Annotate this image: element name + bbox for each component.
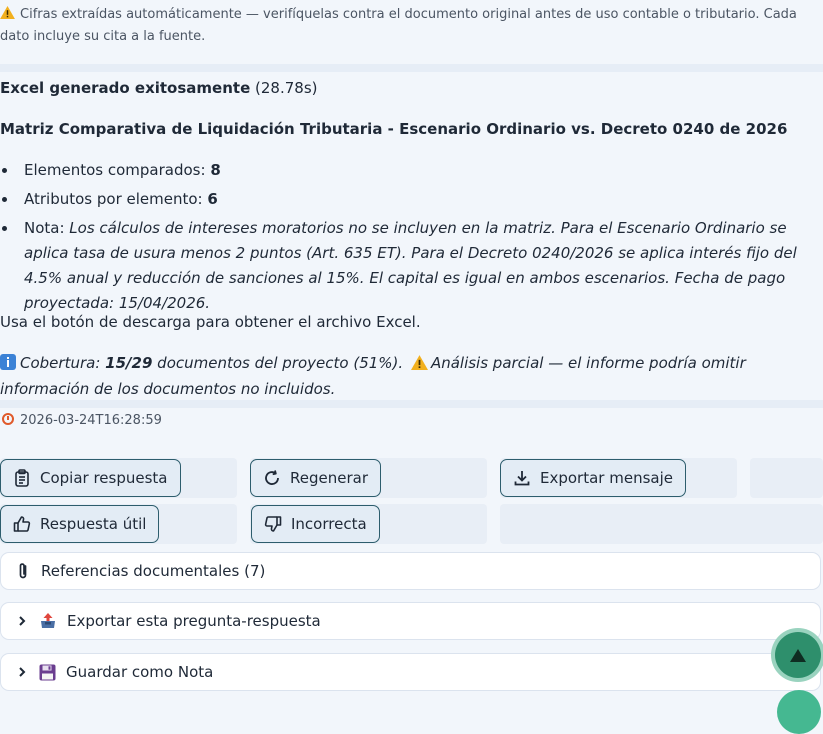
scroll-to-top-button[interactable] [775,632,821,678]
thumbs-down-icon [264,516,282,532]
list-item: Elementos comparados: 8 [0,158,823,183]
regenerate-button[interactable]: Regenerar [250,459,381,497]
matrix-title: Matriz Comparativa de Liquidación Tribut… [0,120,788,138]
summary-list: Elementos comparados: 8 Atributos por el… [0,158,823,320]
alarm-clock-icon [2,413,14,425]
useful-response-button[interactable]: Respuesta útil [0,505,160,543]
coverage-fraction: 15/29 [105,354,153,372]
warning-icon [410,355,428,370]
paperclip-icon [19,563,27,579]
refresh-icon [265,470,279,485]
references-panel[interactable]: Referencias documentales (7) [0,552,821,590]
timestamp: 2026-03-24T16:28:59 [2,412,162,430]
outbox-tray-icon [41,613,55,628]
copy-response-button[interactable]: Copiar respuesta [0,459,181,497]
info-icon [0,354,16,370]
floppy-disk-icon [39,664,56,680]
action-cell [500,504,823,544]
download-icon [514,471,530,486]
divider [0,400,823,408]
export-message-button[interactable]: Exportar mensaje [500,459,686,497]
clipboard-icon [15,469,29,487]
success-label: Excel generado exitosamente [0,79,251,97]
warning-banner: Cifras extraídas automáticamente — verif… [0,4,800,48]
chevron-right-icon [19,667,26,677]
download-hint: Usa el botón de descarga para obtener el… [0,313,421,331]
coverage-note: Cobertura: 15/29 documentos del proyecto… [0,354,746,398]
triangle-up-icon [790,648,806,662]
warning-text: Cifras extraídas automáticamente — verif… [0,7,797,44]
save-note-panel[interactable]: Guardar como Nota [0,653,821,691]
warning-icon [0,6,15,19]
export-qa-panel[interactable]: Exportar esta pregunta-respuesta [0,602,821,640]
action-cell [750,458,823,498]
success-status: Excel generado exitosamente (28.78s) [0,77,318,99]
duration-label: (28.78s) [255,79,318,97]
chevron-right-icon [19,616,26,626]
secondary-fab[interactable] [777,690,821,734]
incorrect-button[interactable]: Incorrecta [251,505,380,543]
divider [0,64,823,72]
thumbs-up-icon [13,516,31,532]
list-item: Atributos por elemento: 6 [0,187,823,212]
list-item: Nota: Los cálculos de intereses moratori… [0,216,823,316]
